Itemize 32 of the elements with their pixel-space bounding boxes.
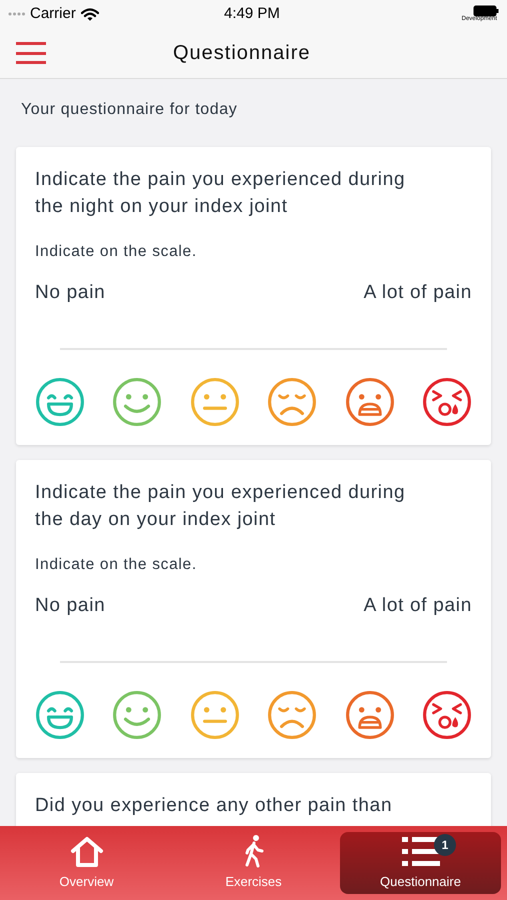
screen-title: Questionnaire	[173, 41, 311, 66]
battery-icon	[473, 5, 499, 17]
menu-button[interactable]	[16, 42, 46, 64]
notification-badge: 1	[434, 834, 456, 856]
face-icon[interactable]	[344, 690, 395, 740]
face-icon[interactable]	[35, 376, 85, 427]
scale-min-label: No pain	[35, 594, 106, 618]
face-icon[interactable]	[344, 376, 395, 427]
instruction-text: Indicate on the scale.	[35, 554, 198, 575]
scale-min-label: No pain	[35, 281, 106, 306]
question-text: Indicate the pain you experienced during the day on your index joint	[35, 480, 406, 532]
tab[interactable]: Overview	[6, 832, 167, 894]
scale-max-label: A lot of pain	[364, 594, 472, 618]
instruction-text: Indicate on the scale.	[35, 242, 198, 262]
face-icon[interactable]	[422, 690, 472, 740]
tab[interactable]: Exercises	[173, 832, 334, 894]
list-icon	[400, 836, 440, 868]
face-icon[interactable]	[422, 376, 472, 427]
signal-icon	[8, 12, 26, 16]
scale-max-label: A lot of pain	[364, 281, 472, 306]
tab[interactable]: 1 Questionnaire	[340, 832, 501, 894]
wifi-icon	[80, 8, 99, 20]
face-icon[interactable]	[267, 690, 318, 740]
face-icon[interactable]	[35, 690, 85, 740]
face-icon[interactable]	[112, 690, 162, 740]
question-text: Indicate the pain you experienced during the night on your index joint	[35, 168, 406, 219]
face-icon[interactable]	[112, 376, 162, 427]
status-time: 4:49 PM	[224, 4, 280, 24]
intro-text: Your questionnaire for today	[21, 101, 238, 118]
face-icon[interactable]	[267, 376, 318, 427]
question-text: Did you experience any other pain than	[35, 794, 394, 818]
carrier-name: Carrier	[30, 4, 76, 24]
